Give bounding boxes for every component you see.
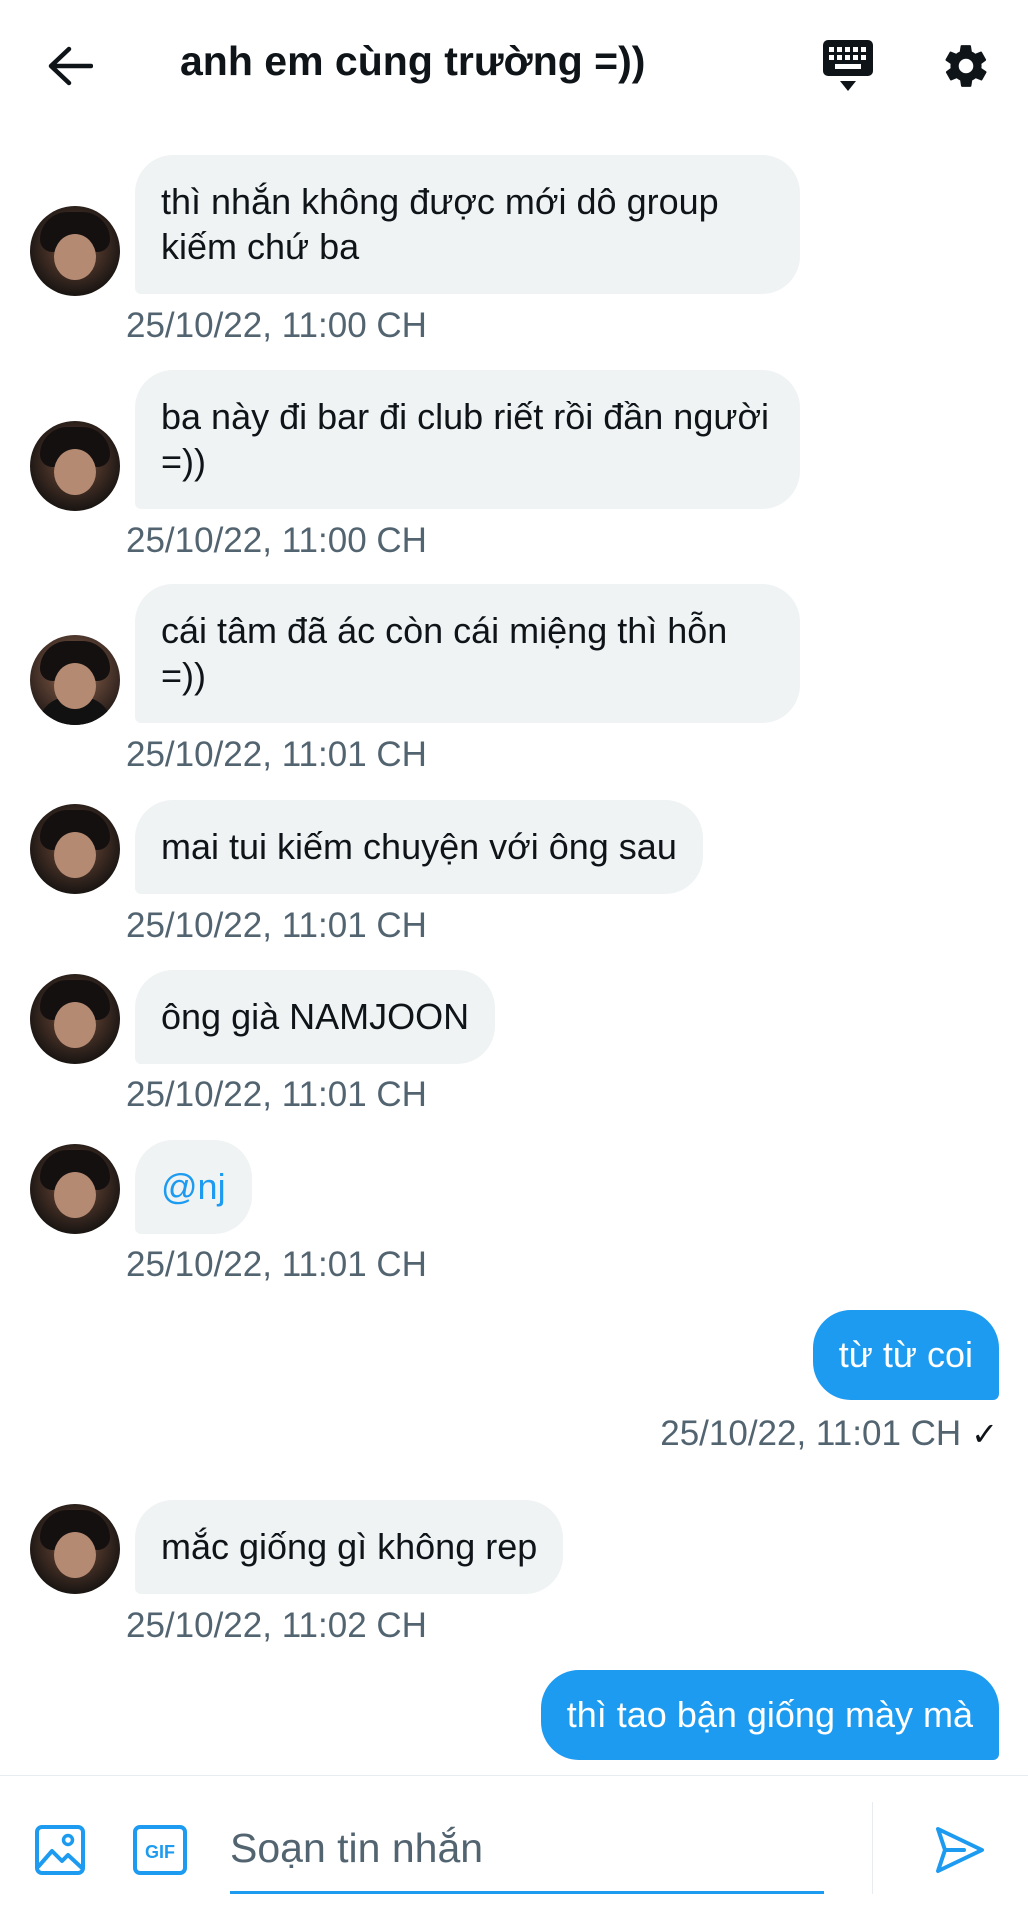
message-timestamp: 25/10/22, 11:01 CH bbox=[126, 735, 427, 774]
avatar[interactable] bbox=[30, 974, 120, 1064]
avatar[interactable] bbox=[30, 1144, 120, 1234]
back-button[interactable] bbox=[38, 34, 102, 98]
message-timestamp: 25/10/22, 11:01 CH bbox=[660, 1414, 962, 1453]
message-composer: GIF bbox=[0, 1775, 1028, 1920]
message-bubble[interactable]: ba này đi bar đi club riết rồi đần người… bbox=[135, 370, 800, 509]
settings-button[interactable] bbox=[934, 34, 998, 98]
arrow-left-icon bbox=[48, 46, 93, 86]
avatar[interactable] bbox=[30, 1504, 120, 1594]
avatar[interactable] bbox=[30, 804, 120, 894]
gear-icon bbox=[945, 45, 987, 87]
gif-icon: GIF bbox=[133, 1825, 187, 1875]
add-gif-button[interactable]: GIF bbox=[130, 1822, 190, 1878]
message-bubble[interactable]: mai tui kiếm chuyện với ông sau bbox=[135, 800, 703, 894]
message-bubble[interactable]: cái tâm đã ác còn cái miệng thì hỗn =)) bbox=[135, 584, 800, 723]
message-timestamp: 25/10/22, 11:00 CH bbox=[126, 521, 427, 560]
message-timestamp-row: 25/10/22, 11:01 CH ✓ bbox=[660, 1414, 998, 1454]
avatar[interactable] bbox=[30, 206, 120, 296]
checkmark-icon: ✓ bbox=[971, 1416, 998, 1452]
message-bubble[interactable]: ông già NAMJOON bbox=[135, 970, 496, 1064]
message-input[interactable] bbox=[230, 1806, 824, 1891]
conversation-header: anh em cùng trường =)) bbox=[0, 0, 1028, 128]
message-timestamp: 25/10/22, 11:02 CH bbox=[126, 1606, 427, 1645]
image-icon bbox=[35, 1825, 85, 1875]
send-icon bbox=[936, 1827, 984, 1873]
message-timestamp: 25/10/22, 11:01 CH bbox=[126, 1075, 427, 1114]
conversation-title: anh em cùng trường =)) bbox=[180, 38, 646, 84]
add-image-button[interactable] bbox=[30, 1820, 90, 1880]
gif-label: GIF bbox=[145, 1842, 175, 1862]
mention-link[interactable]: @nj bbox=[161, 1166, 226, 1207]
keyboard-shortcuts-button[interactable] bbox=[816, 34, 880, 98]
message-timestamp: 25/10/22, 11:01 CH bbox=[126, 1245, 427, 1284]
message-bubble[interactable]: thì nhắn không được mới dô group kiếm ch… bbox=[135, 155, 800, 294]
keyboard-icon bbox=[823, 40, 873, 91]
message-bubble[interactable]: mắc giống gì không rep bbox=[135, 1500, 564, 1594]
avatar[interactable] bbox=[30, 635, 120, 725]
message-input-wrapper bbox=[230, 1806, 824, 1894]
message-bubble-sent[interactable]: từ từ coi bbox=[812, 1310, 999, 1400]
message-timestamp: 25/10/22, 11:01 CH bbox=[126, 906, 427, 945]
avatar[interactable] bbox=[30, 421, 120, 511]
message-bubble[interactable]: @nj bbox=[135, 1140, 252, 1234]
divider bbox=[872, 1802, 873, 1894]
send-button[interactable] bbox=[928, 1818, 992, 1882]
message-timestamp: 25/10/22, 11:00 CH bbox=[126, 306, 427, 345]
message-bubble-sent[interactable]: thì tao bận giống mày mà bbox=[540, 1670, 999, 1760]
